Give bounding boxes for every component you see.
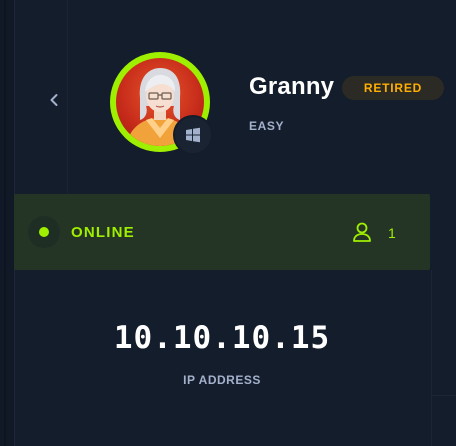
status-badge: RETIRED xyxy=(342,76,444,100)
windows-icon xyxy=(186,127,200,143)
back-button[interactable] xyxy=(44,90,64,110)
chevron-left-icon xyxy=(50,94,58,106)
divider-line xyxy=(431,270,432,446)
ip-address-value[interactable]: 10.10.10.15 xyxy=(0,320,444,356)
ip-address-label: IP ADDRESS xyxy=(183,373,261,387)
difficulty-label: EASY xyxy=(249,119,285,133)
user-icon xyxy=(353,222,371,242)
status-indicator xyxy=(28,216,60,248)
machine-avatar xyxy=(110,52,213,155)
status-label: ONLINE xyxy=(71,224,135,241)
machine-header: Granny RETIRED EASY xyxy=(14,0,456,193)
divider-line xyxy=(431,395,456,396)
online-dot-icon xyxy=(39,227,49,237)
machine-name: Granny xyxy=(249,73,335,100)
status-bar: ONLINE 1 xyxy=(14,194,430,270)
os-badge xyxy=(173,115,213,155)
users-count: 1 xyxy=(388,225,396,241)
